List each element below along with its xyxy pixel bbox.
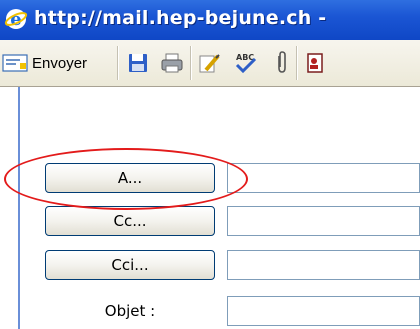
paperclip-icon bbox=[278, 51, 286, 73]
edit-button[interactable] bbox=[196, 50, 224, 76]
address-book-icon bbox=[307, 53, 323, 73]
cc-button[interactable]: Cc... bbox=[45, 206, 215, 236]
cc-field[interactable] bbox=[227, 206, 420, 236]
printer-icon bbox=[161, 53, 183, 73]
subject-label: Objet : bbox=[104, 302, 156, 320]
toolbar-separator bbox=[190, 46, 192, 80]
pencil-paper-icon bbox=[199, 54, 220, 73]
spell-check-icon: ABC bbox=[235, 53, 257, 74]
window-title-bar[interactable]: e http://mail.hep-bejune.ch - bbox=[0, 0, 420, 40]
bcc-button[interactable]: Cci... bbox=[45, 250, 215, 280]
internet-explorer-icon: e bbox=[4, 9, 28, 30]
attach-button[interactable] bbox=[268, 50, 296, 76]
toolbar-separator bbox=[296, 46, 298, 80]
form-border bbox=[18, 87, 20, 329]
spell-check-button[interactable]: ABC bbox=[232, 50, 260, 76]
address-book-button[interactable] bbox=[302, 50, 330, 76]
send-button-label: Envoyer bbox=[32, 54, 88, 72]
message-toolbar: Envoyer ABC bbox=[0, 40, 420, 87]
to-button[interactable]: A... bbox=[45, 163, 215, 193]
floppy-disk-icon bbox=[129, 54, 147, 72]
bcc-field[interactable] bbox=[227, 250, 420, 280]
save-button[interactable] bbox=[124, 50, 152, 76]
to-field[interactable] bbox=[227, 163, 420, 193]
svg-text:e: e bbox=[10, 9, 21, 30]
toolbar-separator bbox=[117, 46, 119, 80]
envelope-send-icon bbox=[2, 54, 28, 72]
subject-field[interactable] bbox=[227, 296, 420, 326]
send-button[interactable]: Envoyer bbox=[2, 50, 87, 76]
window-title: http://mail.hep-bejune.ch - bbox=[34, 7, 327, 29]
print-button[interactable] bbox=[158, 50, 186, 76]
